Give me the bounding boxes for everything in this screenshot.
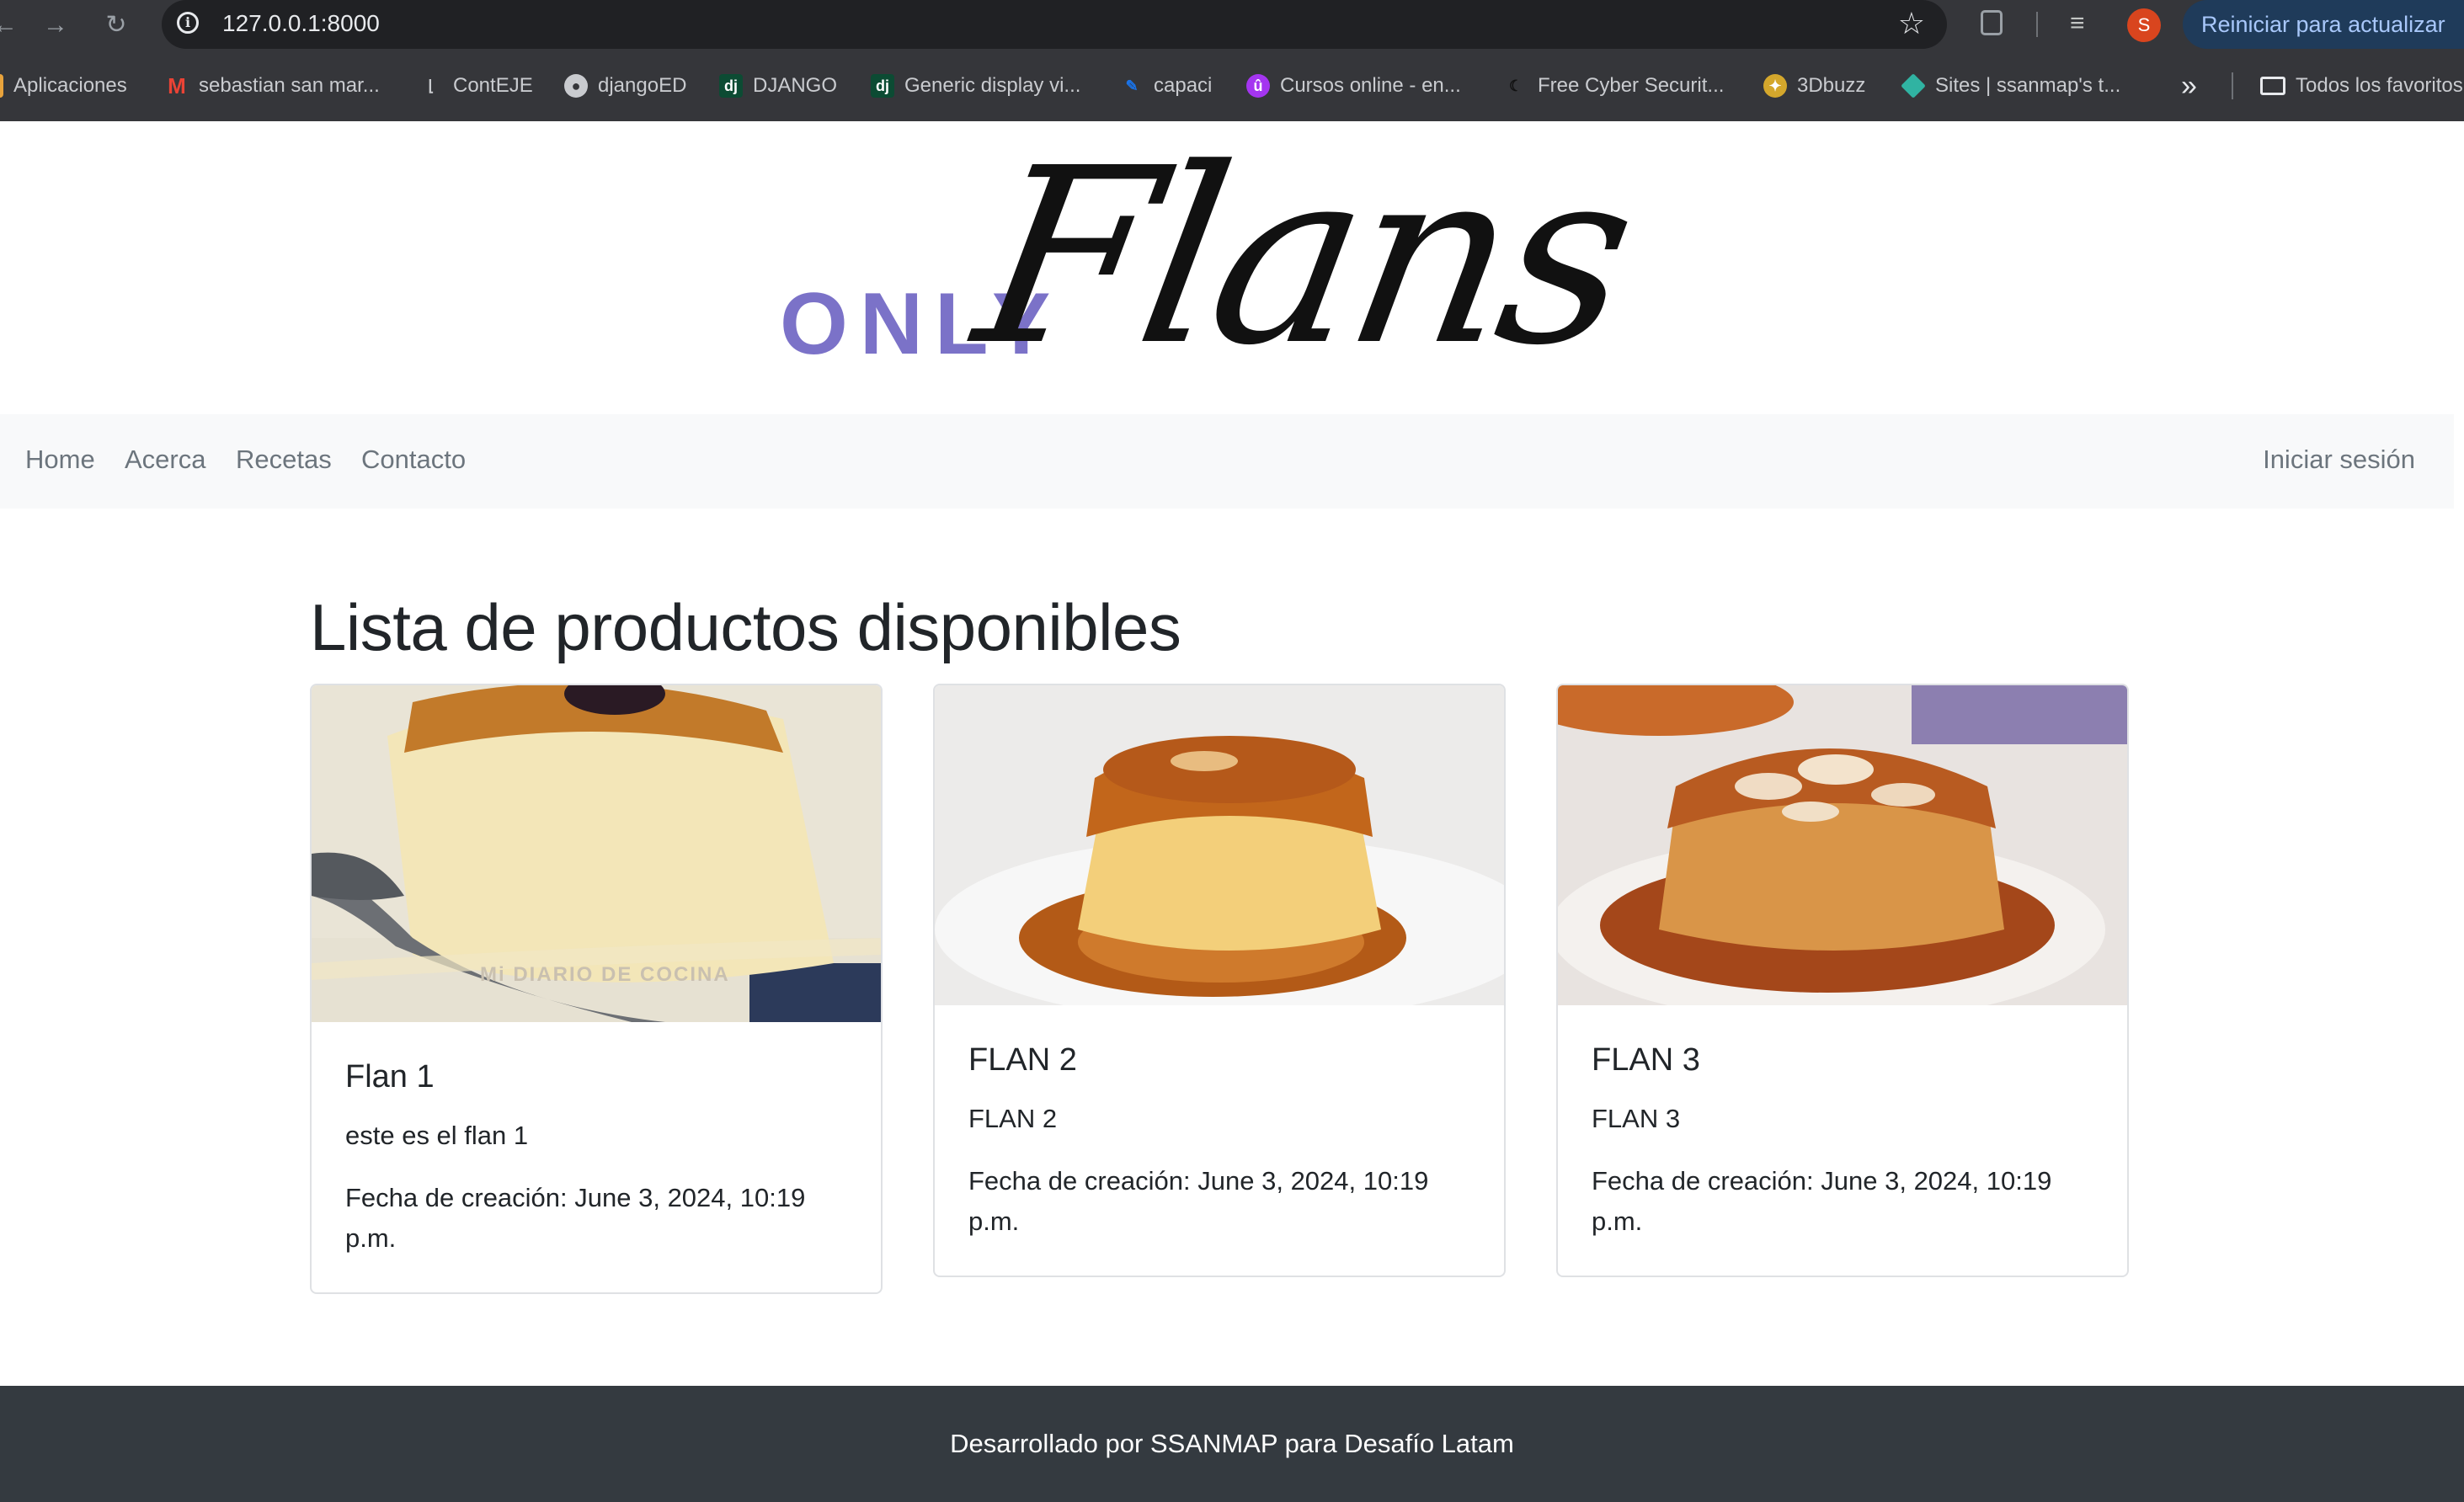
django-icon: dj bbox=[871, 74, 894, 98]
bookmarks-bar: Aplicaciones M sebastian san mar... ⌊ Co… bbox=[0, 51, 2464, 121]
restart-to-update-button[interactable]: Reiniciar para actualizar bbox=[2183, 0, 2464, 49]
nav-home-link[interactable]: Home bbox=[25, 445, 95, 475]
bookmark-3dbuzz[interactable]: ✦ 3Dbuzz bbox=[1763, 71, 1865, 101]
product-description: FLAN 2 bbox=[968, 1104, 1058, 1133]
nav-acerca-link[interactable]: Acerca bbox=[125, 445, 205, 475]
all-bookmarks-folder[interactable]: Todos los favoritos bbox=[2260, 71, 2463, 101]
bookmark-label: capaci bbox=[1154, 74, 1213, 97]
profile-avatar[interactable]: S bbox=[2127, 8, 2161, 42]
bookmark-label: Cursos online - en... bbox=[1280, 74, 1461, 97]
page-title: Lista de productos disponibles bbox=[310, 590, 1181, 664]
bookmark-star-icon[interactable]: ☆ bbox=[1898, 7, 1925, 40]
product-card: FLAN 2 FLAN 2 Fecha de creación: June 3,… bbox=[933, 684, 1506, 1277]
logo-flans-text: Flans bbox=[960, 116, 1648, 398]
browser-toolbar: ← → ↻ i 127.0.0.1:8000 ☆ ≡ S Reiniciar p… bbox=[0, 0, 2464, 51]
address-bar[interactable]: i 127.0.0.1:8000 ☆ bbox=[162, 0, 1947, 49]
flan-2-image bbox=[935, 685, 1504, 1005]
bookmark-label: Generic display vi... bbox=[904, 74, 1081, 97]
product-description: este es el flan 1 bbox=[345, 1121, 529, 1150]
bookmark-label: Sites | ssanmap's t... bbox=[1935, 74, 2121, 97]
bookmark-label: djangoED bbox=[598, 74, 687, 97]
flan-3-image bbox=[1558, 685, 2127, 1005]
bookmark-label: Free Cyber Securit... bbox=[1538, 74, 1725, 97]
page-icon: ⌊ bbox=[428, 77, 435, 94]
nav-contacto-link[interactable]: Contacto bbox=[361, 445, 466, 475]
extensions-icon[interactable] bbox=[1981, 10, 2003, 35]
bookmarks-divider bbox=[2232, 72, 2233, 99]
bookmark-cyber-security[interactable]: ☾ Free Cyber Securit... bbox=[1504, 71, 1724, 101]
bookmark-label: sebastian san mar... bbox=[199, 74, 380, 97]
forward-arrow-icon[interactable]: → bbox=[39, 8, 72, 42]
bookmark-apps[interactable]: Aplicaciones bbox=[0, 71, 127, 101]
diamond-icon bbox=[1901, 73, 1926, 99]
url-text[interactable]: 127.0.0.1:8000 bbox=[222, 10, 380, 37]
edit-icon: ✎ bbox=[1125, 77, 1139, 94]
product-date: Fecha de creación: June 3, 2024, 10:19 p… bbox=[345, 1183, 806, 1253]
django-icon: dj bbox=[719, 74, 743, 98]
bookmark-label: DJANGO bbox=[753, 74, 838, 97]
reload-icon[interactable]: ↻ bbox=[99, 8, 133, 42]
3dbuzz-icon: ✦ bbox=[1763, 74, 1787, 98]
page-footer: Desarrollado por SSANMAP para Desafío La… bbox=[0, 1386, 2464, 1502]
login-link[interactable]: Iniciar sesión bbox=[2263, 445, 2415, 475]
bookmark-django[interactable]: dj DJANGO bbox=[719, 71, 837, 101]
nav-recetas-link[interactable]: Recetas bbox=[236, 445, 332, 475]
moon-icon: ☾ bbox=[1508, 77, 1523, 94]
media-queue-icon[interactable]: ≡ bbox=[2070, 8, 2085, 39]
bookmark-label: ContEJE bbox=[453, 74, 533, 97]
site-logo[interactable]: ONLY Flans bbox=[0, 116, 2464, 414]
main-navbar: Home Acerca Recetas Contacto Iniciar ses… bbox=[0, 414, 2454, 509]
product-title: FLAN 3 bbox=[1592, 1042, 1700, 1078]
globe-icon: ● bbox=[564, 74, 588, 98]
more-bookmarks-chevron-icon[interactable]: » bbox=[2181, 69, 2197, 103]
site-info-icon[interactable]: i bbox=[177, 12, 199, 34]
folder-icon bbox=[2260, 77, 2285, 95]
bookmark-conteje[interactable]: ⌊ ContEJE bbox=[419, 71, 533, 101]
udemy-icon: û bbox=[1246, 74, 1270, 98]
flan-1-image: Mi DIARIO DE COCINA bbox=[312, 685, 881, 1022]
bookmark-udemy[interactable]: û Cursos online - en... bbox=[1246, 71, 1461, 101]
toolbar-divider bbox=[2036, 12, 2038, 37]
bookmark-capaci[interactable]: ✎ capaci bbox=[1120, 71, 1212, 101]
apps-grid-icon bbox=[0, 74, 3, 98]
watermark-text: Mi DIARIO DE COCINA bbox=[480, 963, 730, 986]
product-date: Fecha de creación: June 3, 2024, 10:19 p… bbox=[968, 1166, 1429, 1236]
product-date: Fecha de creación: June 3, 2024, 10:19 p… bbox=[1592, 1166, 2052, 1236]
bookmark-generic-display[interactable]: dj Generic display vi... bbox=[871, 71, 1080, 101]
product-card: FLAN 3 FLAN 3 Fecha de creación: June 3,… bbox=[1556, 684, 2129, 1277]
bookmark-label: 3Dbuzz bbox=[1797, 74, 1866, 97]
bookmark-djangoed[interactable]: ● djangoED bbox=[564, 71, 686, 101]
gmail-icon: M bbox=[168, 73, 186, 99]
back-arrow-icon[interactable]: ← bbox=[0, 8, 22, 42]
product-card: Mi DIARIO DE COCINA Flan 1 este es el fl… bbox=[310, 684, 883, 1294]
bookmark-sites[interactable]: Sites | ssanmap's t... bbox=[1901, 71, 2120, 101]
bookmark-gmail[interactable]: M sebastian san mar... bbox=[165, 71, 380, 101]
product-title: FLAN 2 bbox=[968, 1042, 1077, 1078]
bookmark-label: Todos los favoritos bbox=[2296, 74, 2463, 97]
product-title: Flan 1 bbox=[345, 1059, 435, 1095]
bookmark-label: Aplicaciones bbox=[13, 74, 127, 97]
footer-text: Desarrollado por SSANMAP para Desafío La… bbox=[950, 1429, 1514, 1458]
product-description: FLAN 3 bbox=[1592, 1104, 1681, 1133]
